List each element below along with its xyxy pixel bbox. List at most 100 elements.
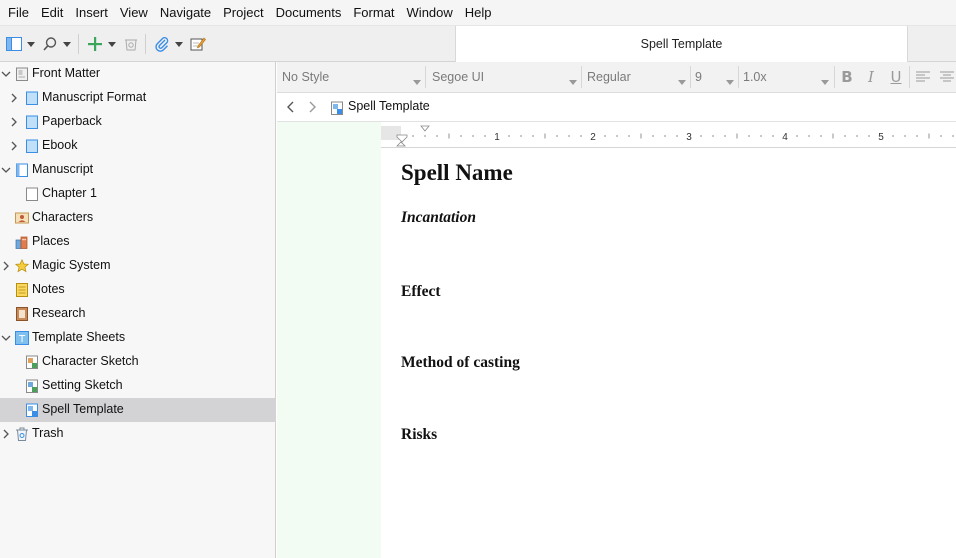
paragraph-style-select[interactable]: No Style <box>277 66 425 88</box>
trash-toolbar-icon[interactable] <box>121 33 141 55</box>
document-title-box: Spell Template <box>455 26 908 62</box>
chevron-down-icon <box>821 74 829 88</box>
binder-item-ebook[interactable]: Ebook <box>0 134 276 158</box>
menu-navigate[interactable]: Navigate <box>154 0 217 26</box>
menu-documents[interactable]: Documents <box>270 0 348 26</box>
font-family-value: Segoe UI <box>432 70 485 84</box>
paragraph-style-value: No Style <box>282 70 330 84</box>
font-weight-select[interactable]: Regular <box>582 66 690 88</box>
align-left-icon[interactable] <box>914 67 932 87</box>
notes-icon <box>15 283 29 297</box>
svg-text:T: T <box>18 334 26 345</box>
chevron-down-icon <box>413 74 421 88</box>
risks-heading[interactable]: Risks <box>401 426 437 444</box>
bold-icon[interactable]: B <box>838 67 856 87</box>
incantation-heading[interactable]: Incantation <box>401 209 476 227</box>
document-title-heading[interactable]: Spell Name <box>401 160 513 186</box>
template-sheet-icon <box>330 100 344 116</box>
binder-item-places[interactable]: Places <box>0 230 276 254</box>
binder-item-label: Character Sketch <box>42 354 139 368</box>
menu-format[interactable]: Format <box>347 0 400 26</box>
ruler-number: 3 <box>686 132 692 143</box>
back-arrow-icon[interactable] <box>283 99 297 115</box>
menu-edit[interactable]: Edit <box>35 0 69 26</box>
format-bar: No Style Segoe UI Regular 9 1.0x B I U <box>277 62 956 93</box>
binder-item-label: Chapter 1 <box>42 186 97 200</box>
chevron-down-icon[interactable] <box>0 332 12 344</box>
add-icon[interactable] <box>85 33 105 55</box>
binder-item-magic-system[interactable]: Magic System <box>0 254 276 278</box>
binder-item-label: Research <box>32 306 86 320</box>
binder-item-characters[interactable]: Characters <box>0 206 276 230</box>
ruler[interactable]: 1 2 3 4 5 <box>381 124 956 148</box>
chevron-down-icon <box>569 74 577 88</box>
chevron-right-icon[interactable] <box>0 260 12 272</box>
blue-folder-icon <box>25 115 39 129</box>
places-icon <box>15 235 29 249</box>
font-family-select[interactable]: Segoe UI <box>427 66 581 88</box>
menu-help[interactable]: Help <box>459 0 498 26</box>
attachment-icon[interactable] <box>152 33 172 55</box>
characters-icon <box>15 211 29 225</box>
binder-item-paperback[interactable]: Paperback <box>0 110 276 134</box>
binder-item-character-sketch[interactable]: Character Sketch <box>0 350 276 374</box>
font-weight-value: Regular <box>587 70 631 84</box>
binder-item-setting-sketch[interactable]: Setting Sketch <box>0 374 276 398</box>
search-dropdown-icon[interactable] <box>62 33 72 55</box>
chevron-right-icon[interactable] <box>8 92 20 104</box>
binder-item-manuscript[interactable]: Manuscript <box>0 158 276 182</box>
line-spacing-select[interactable]: 1.0x <box>738 66 833 88</box>
menu-file[interactable]: File <box>2 0 35 26</box>
chevron-down-icon <box>678 74 686 88</box>
chevron-down-icon[interactable] <box>0 68 12 80</box>
template-sheet-icon <box>25 403 39 417</box>
chevron-right-icon[interactable] <box>0 428 12 440</box>
editor-page[interactable] <box>381 122 956 558</box>
effect-heading[interactable]: Effect <box>401 283 441 301</box>
binder-item-label: Manuscript <box>32 162 94 176</box>
menu-view[interactable]: View <box>114 0 154 26</box>
chevron-down-icon[interactable] <box>0 164 12 176</box>
binder-item-label: Characters <box>32 210 94 224</box>
search-icon[interactable] <box>40 33 60 55</box>
chevron-down-icon <box>726 74 734 88</box>
ruler-number: 2 <box>590 132 596 143</box>
menu-window[interactable]: Window <box>401 0 459 26</box>
blue-folder-icon <box>25 91 39 105</box>
binder-item-template-sheets[interactable]: T Template Sheets <box>0 326 276 350</box>
font-size-select[interactable]: 9 <box>690 66 738 88</box>
attachment-dropdown-icon[interactable] <box>174 33 184 55</box>
binder-item-label: Paperback <box>42 114 102 128</box>
binder-item-label: Setting Sketch <box>42 378 123 392</box>
binder-item-front-matter[interactable]: Front Matter <box>0 62 276 86</box>
line-spacing-value: 1.0x <box>743 70 767 84</box>
add-dropdown-icon[interactable] <box>107 33 117 55</box>
binder-toggle-icon[interactable] <box>4 33 24 55</box>
main-toolbar: Spell Template <box>0 26 956 62</box>
font-size-value: 9 <box>695 70 702 84</box>
binder-item-spell-template[interactable]: Spell Template <box>0 398 276 422</box>
menu-insert[interactable]: Insert <box>69 0 114 26</box>
chevron-right-icon[interactable] <box>8 116 20 128</box>
binder-item-chapter-1[interactable]: Chapter 1 <box>0 182 276 206</box>
italic-icon[interactable]: I <box>862 67 880 87</box>
binder-item-trash[interactable]: Trash <box>0 422 276 446</box>
ruler-number: 1 <box>494 132 500 143</box>
method-of-casting-heading[interactable]: Method of casting <box>401 354 520 372</box>
forward-arrow-icon[interactable] <box>306 99 320 115</box>
research-icon <box>15 307 29 321</box>
ruler-number: 5 <box>878 132 884 143</box>
binder-item-label: Front Matter <box>32 66 101 80</box>
binder-item-research[interactable]: Research <box>0 302 276 326</box>
binder-sidebar: Front Matter Manuscript Format Paperback… <box>0 62 276 558</box>
layout-dropdown-icon[interactable] <box>26 33 36 55</box>
align-center-icon[interactable] <box>938 67 956 87</box>
underline-icon[interactable]: U <box>887 67 905 87</box>
binder-item-notes[interactable]: Notes <box>0 278 276 302</box>
blue-folder-icon <box>25 139 39 153</box>
menu-project[interactable]: Project <box>217 0 269 26</box>
binder-item-manuscript-format[interactable]: Manuscript Format <box>0 86 276 110</box>
chevron-right-icon[interactable] <box>8 140 20 152</box>
edit-note-icon[interactable] <box>188 33 208 55</box>
ruler-ticks: 1 2 3 4 5 <box>381 125 954 147</box>
